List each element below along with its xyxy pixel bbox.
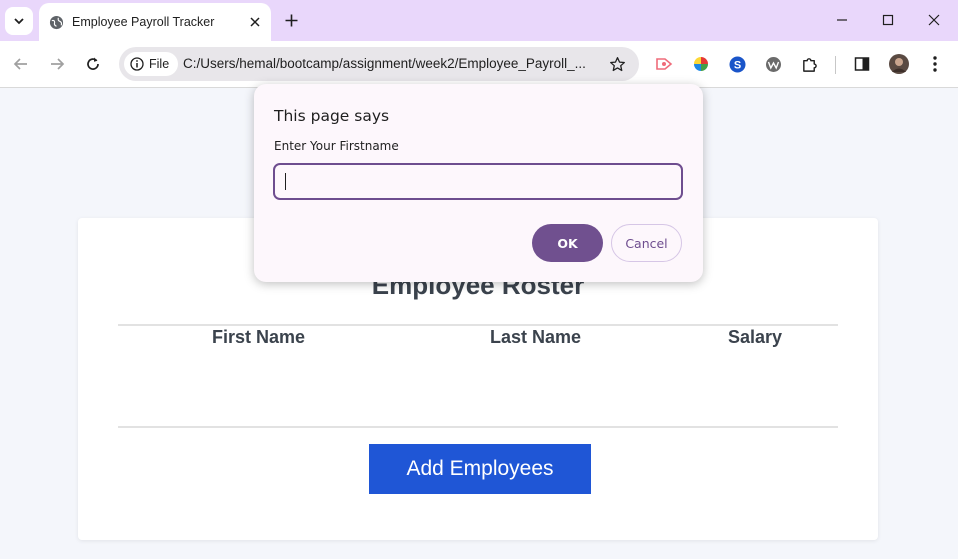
dialog-title: This page says bbox=[274, 107, 390, 125]
info-icon bbox=[130, 57, 144, 71]
puzzle-icon bbox=[802, 57, 817, 72]
arrow-left-icon bbox=[13, 58, 27, 70]
browser-toolbar: File C:/Users/hemal/bootcamp/assignment/… bbox=[0, 41, 958, 88]
extensions-menu-button[interactable] bbox=[798, 53, 820, 75]
close-window-button[interactable] bbox=[921, 8, 947, 32]
minimize-icon bbox=[837, 19, 847, 21]
star-icon bbox=[609, 56, 625, 71]
more-vert-icon bbox=[933, 56, 937, 72]
column-header-first-name: First Name bbox=[212, 327, 306, 347]
add-employees-button[interactable]: Add Employees bbox=[369, 444, 591, 494]
extension-button-3[interactable]: S bbox=[726, 53, 748, 75]
close-icon bbox=[250, 17, 260, 27]
reload-button[interactable] bbox=[79, 50, 107, 78]
back-button[interactable] bbox=[7, 50, 35, 78]
svg-text:S: S bbox=[733, 59, 740, 71]
table-bottom-divider bbox=[118, 426, 838, 428]
column-header-salary: Salary bbox=[728, 327, 783, 347]
extension-button-4[interactable] bbox=[762, 53, 784, 75]
active-tab[interactable]: Employee Payroll Tracker bbox=[39, 3, 271, 41]
site-info-label: File bbox=[149, 57, 170, 71]
arrow-right-icon bbox=[51, 58, 65, 70]
color-wheel-icon bbox=[694, 57, 708, 71]
site-info-chip[interactable]: File bbox=[124, 52, 179, 76]
maximize-icon bbox=[882, 14, 894, 26]
avatar bbox=[889, 54, 909, 74]
extension-button-2[interactable] bbox=[690, 53, 712, 75]
side-panel-icon bbox=[854, 57, 870, 71]
pink-arrow-icon bbox=[656, 58, 673, 70]
new-tab-button[interactable] bbox=[280, 9, 302, 31]
profile-button[interactable] bbox=[888, 53, 910, 75]
side-panel-button[interactable] bbox=[851, 53, 873, 75]
text-caret bbox=[285, 173, 286, 190]
globe-icon bbox=[49, 15, 64, 29]
tab-strip: Employee Payroll Tracker bbox=[0, 0, 958, 41]
tab-search-button[interactable] bbox=[5, 7, 33, 35]
plus-icon bbox=[285, 14, 297, 26]
forward-button[interactable] bbox=[43, 50, 71, 78]
tab-title: Employee Payroll Tracker bbox=[72, 15, 215, 29]
close-icon bbox=[928, 14, 940, 26]
cancel-button[interactable]: Cancel bbox=[611, 224, 682, 262]
ok-button[interactable]: OK bbox=[532, 224, 603, 262]
reload-icon bbox=[87, 57, 99, 70]
toolbar-divider bbox=[835, 56, 836, 74]
url-text[interactable]: C:/Users/hemal/bootcamp/assignment/week2… bbox=[183, 56, 586, 71]
minimize-button[interactable] bbox=[829, 8, 855, 32]
address-bar[interactable]: File C:/Users/hemal/bootcamp/assignment/… bbox=[119, 47, 639, 81]
firstname-input[interactable] bbox=[273, 163, 683, 200]
column-header-last-name: Last Name bbox=[490, 327, 582, 347]
s-badge-icon: S bbox=[729, 56, 745, 72]
w-circle-icon bbox=[765, 56, 781, 72]
browser-menu-button[interactable] bbox=[924, 53, 946, 75]
table-top-divider bbox=[118, 324, 838, 326]
extension-button-1[interactable] bbox=[653, 53, 675, 75]
bookmark-button[interactable] bbox=[606, 53, 628, 75]
maximize-button[interactable] bbox=[875, 8, 901, 32]
prompt-dialog: This page says Enter Your Firstname OK C… bbox=[254, 84, 703, 282]
chevron-down-icon bbox=[14, 18, 24, 25]
close-tab-button[interactable] bbox=[245, 12, 265, 32]
dialog-message: Enter Your Firstname bbox=[274, 139, 399, 153]
